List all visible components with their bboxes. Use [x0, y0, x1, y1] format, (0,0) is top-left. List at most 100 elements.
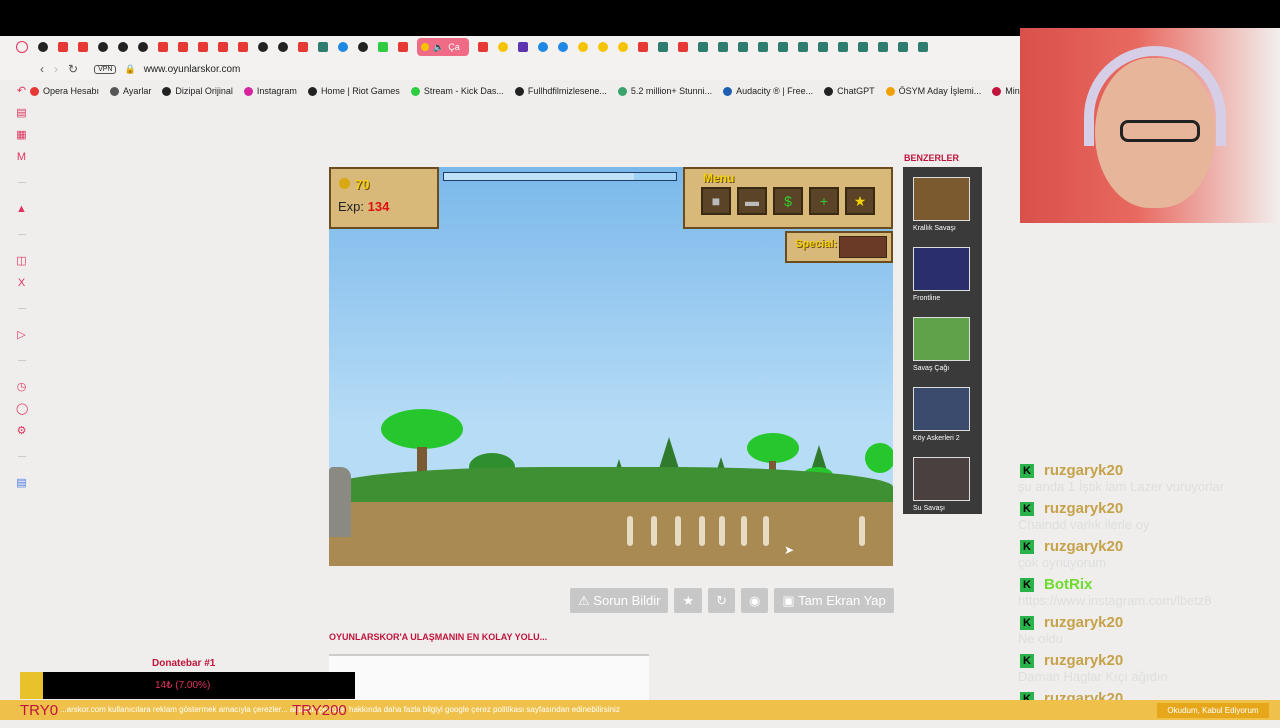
tab-icon[interactable] — [758, 42, 768, 52]
tab-icon[interactable] — [478, 42, 488, 52]
messenger-icon[interactable]: M — [16, 152, 27, 163]
bookmark-item[interactable]: Fullhdfilmizlesene... — [514, 86, 607, 96]
aria-icon[interactable]: ▲ — [16, 204, 27, 215]
fullscreen-button[interactable]: ▣ Tam Ekran Yap — [774, 588, 894, 613]
tab-active[interactable]: 🔈 Ça — [417, 38, 469, 56]
tab-icon[interactable] — [718, 42, 728, 52]
tab-icon[interactable] — [498, 42, 508, 52]
tab-icon[interactable] — [778, 42, 788, 52]
favorite-button[interactable]: ★ — [674, 588, 703, 613]
game-canvas[interactable]: ➤ 70 Exp: 134 Menu ■ ▬ $ + ★ Special: — [329, 167, 893, 566]
tab-icon[interactable] — [398, 42, 408, 52]
reload-icon[interactable]: ↻ — [68, 62, 78, 76]
tab-icon[interactable] — [558, 42, 568, 52]
similar-game-item[interactable]: Frontline — [913, 247, 970, 302]
clock-icon[interactable]: ◷ — [16, 382, 27, 393]
youtube-tab-icon[interactable] — [78, 42, 88, 52]
translate-icon[interactable]: ▤ — [16, 478, 27, 489]
similar-game-thumbnail[interactable] — [913, 387, 970, 431]
youtube-tab-icon[interactable] — [58, 42, 68, 52]
tab-icon[interactable] — [818, 42, 828, 52]
similar-game-label[interactable]: Frontline — [913, 295, 968, 302]
bookmark-item[interactable]: Ayarlar — [110, 86, 151, 96]
tab-icon[interactable] — [638, 42, 648, 52]
bookmark-item[interactable]: ÖSYM Aday İşlemi... — [885, 86, 981, 96]
vpn-badge[interactable]: VPN — [94, 64, 117, 74]
sell-turret-button[interactable]: $ — [773, 187, 803, 215]
bookmark-item[interactable]: 5.2 million+ Stunni... — [617, 86, 712, 96]
tab-icon[interactable] — [658, 42, 668, 52]
settings-icon[interactable]: ⚙ — [16, 426, 27, 437]
tab-icon[interactable] — [838, 42, 848, 52]
history-icon[interactable]: ↶ — [16, 86, 27, 97]
youtube-tab-icon[interactable] — [198, 42, 208, 52]
similar-game-label[interactable]: Savaş Çağı — [913, 365, 968, 372]
tab-icon[interactable] — [698, 42, 708, 52]
article-thumbnail[interactable] — [329, 654, 649, 702]
similar-game-thumbnail[interactable] — [913, 247, 970, 291]
similar-game-label[interactable]: Krallık Savaşı — [913, 225, 968, 232]
tab-icon[interactable] — [38, 42, 48, 52]
similar-game-thumbnail[interactable] — [913, 177, 970, 221]
bookmark-item[interactable]: Opera Hesabı — [30, 86, 99, 96]
player-icon[interactable]: ▷ — [16, 330, 27, 341]
tab-icon[interactable] — [918, 42, 928, 52]
twitch-icon[interactable]: ◫ — [16, 256, 27, 267]
tab-icon[interactable] — [218, 42, 228, 52]
tab-icon[interactable] — [238, 42, 248, 52]
x-icon[interactable]: X — [16, 278, 27, 289]
opera-logo-icon[interactable] — [16, 41, 28, 53]
bookmark-item[interactable]: Home | Riot Games — [307, 86, 400, 96]
add-turret-slot-button[interactable]: + — [809, 187, 839, 215]
similar-game-thumbnail[interactable] — [913, 457, 970, 501]
tab-icon[interactable] — [538, 42, 548, 52]
bookmark-item[interactable]: Instagram — [243, 86, 297, 96]
special-ability-button[interactable] — [839, 236, 887, 258]
similar-game-label[interactable]: Su Savaşı — [913, 505, 968, 512]
tab-icon[interactable] — [258, 42, 268, 52]
tab-icon[interactable] — [578, 42, 588, 52]
tab-icon[interactable] — [898, 42, 908, 52]
bookmark-item[interactable]: Stream - Kick Das... — [410, 86, 504, 96]
similar-game-item[interactable]: Krallık Savaşı — [913, 177, 970, 232]
refresh-button[interactable]: ↻ — [708, 588, 736, 613]
cookie-accept-button[interactable]: Okudum, Kabul Ediyorum — [1157, 703, 1269, 718]
url-field[interactable]: www.oyunlarskor.com — [144, 64, 241, 75]
forward-icon[interactable]: › — [54, 62, 58, 76]
train-unit-button[interactable]: ■ — [701, 187, 731, 215]
tab-icon[interactable] — [278, 42, 288, 52]
shopping-icon[interactable]: ▤ — [16, 108, 27, 119]
tab-icon[interactable] — [798, 42, 808, 52]
tab-icon[interactable] — [598, 42, 608, 52]
lock-icon[interactable]: 🔒 — [124, 64, 135, 75]
tab-icon[interactable] — [618, 42, 628, 52]
pinboard-icon[interactable]: ▦ — [16, 130, 27, 141]
similar-game-thumbnail[interactable] — [913, 317, 970, 361]
tab-icon[interactable] — [518, 42, 528, 52]
tab-icon[interactable] — [338, 42, 348, 52]
similar-game-item[interactable]: Savaş Çağı — [913, 317, 970, 372]
similar-game-label[interactable]: Köy Askerleri 2 — [913, 435, 968, 442]
tab-icon[interactable] — [138, 42, 148, 52]
speaker-icon[interactable]: 🔈 — [433, 42, 444, 53]
tab-icon[interactable] — [878, 42, 888, 52]
bookmark-item[interactable]: Dizipal Orijinal — [162, 86, 233, 96]
youtube-tab-icon[interactable] — [178, 42, 188, 52]
tab-icon[interactable] — [358, 42, 368, 52]
similar-game-item[interactable]: Su Savaşı — [913, 457, 970, 512]
bookmark-item[interactable]: ChatGPT — [824, 86, 875, 96]
article-title[interactable]: OYUNLARSKOR'A ULAŞMANIN EN KOLAY YOLU... — [329, 632, 547, 642]
evolve-star-button[interactable]: ★ — [845, 187, 875, 215]
kick-tab-icon[interactable] — [378, 42, 388, 52]
comments-button[interactable]: ◉ — [741, 588, 769, 613]
tab-icon[interactable] — [858, 42, 868, 52]
build-turret-button[interactable]: ▬ — [737, 187, 767, 215]
tab-icon[interactable] — [118, 42, 128, 52]
tab-icon[interactable] — [678, 42, 688, 52]
youtube-tab-icon[interactable] — [158, 42, 168, 52]
menu-label[interactable]: Menu — [703, 171, 734, 185]
back-icon[interactable]: ‹ — [40, 62, 44, 76]
similar-game-item[interactable]: Köy Askerleri 2 — [913, 387, 970, 442]
bookmark-item[interactable]: Audacity ® | Free... — [723, 86, 813, 96]
tab-icon[interactable] — [318, 42, 328, 52]
